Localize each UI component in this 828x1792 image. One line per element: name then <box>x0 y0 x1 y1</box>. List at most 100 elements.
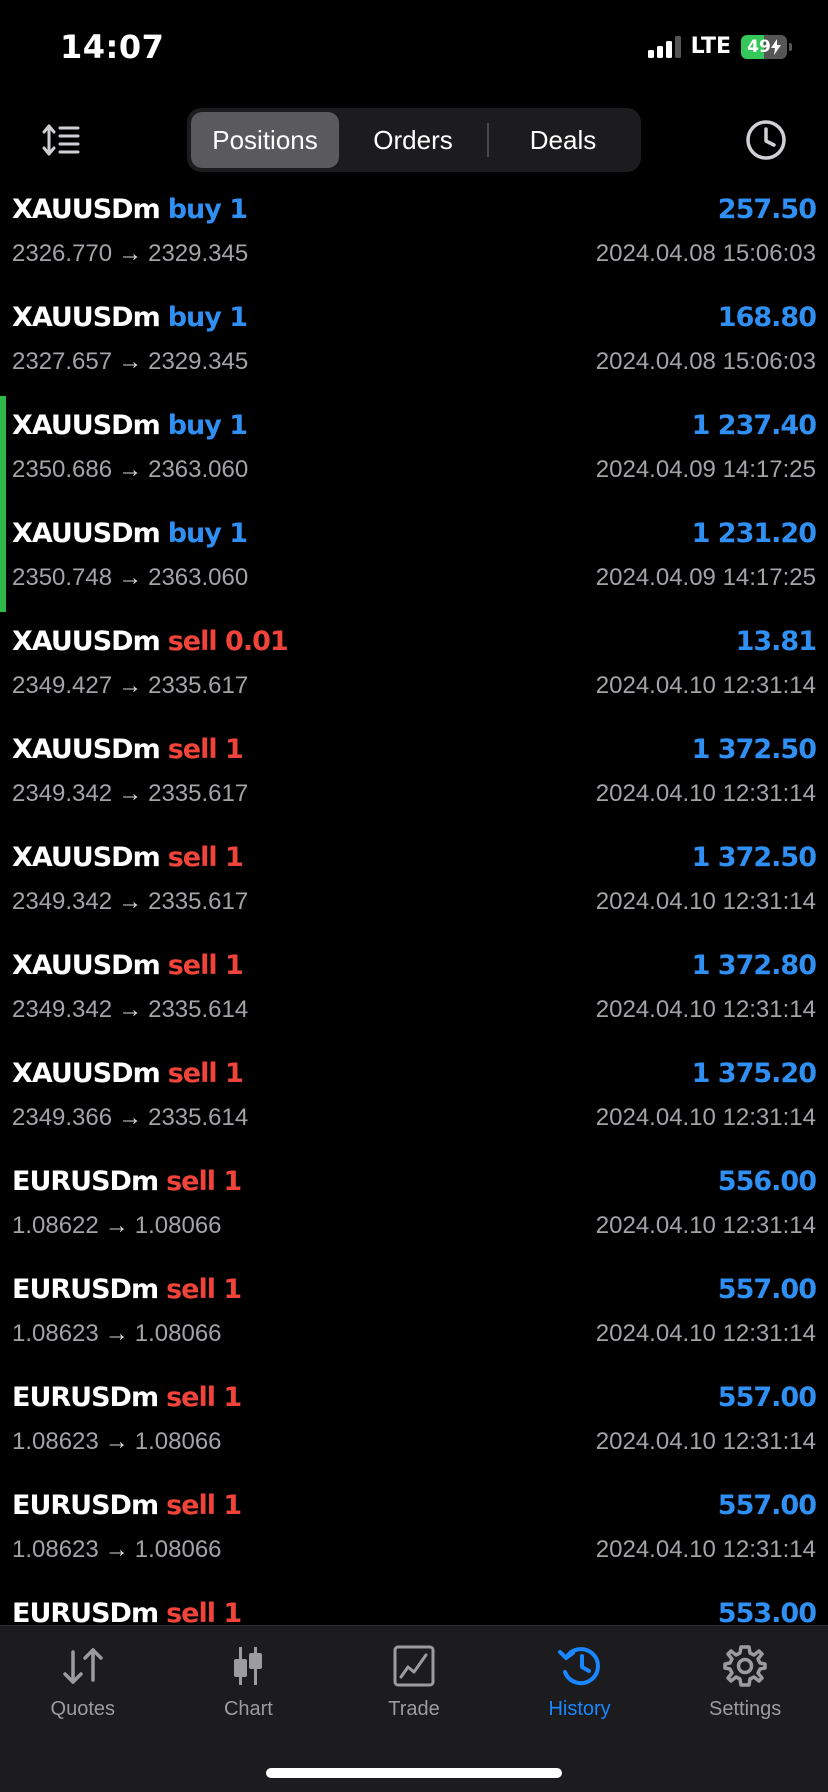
sort-lines-icon <box>42 124 80 156</box>
tab-settings[interactable]: Settings <box>662 1626 828 1726</box>
position-row[interactable]: XAUUSDm buy 1 168.80 2327.657 → 2329.345 20… <box>0 288 828 396</box>
close-price: 2363.060 <box>148 456 249 483</box>
tab-label-chart: Chart <box>223 1698 273 1720</box>
close-time: 2024.04.10 12:31:14 <box>595 1320 816 1347</box>
close-price: 2335.617 <box>148 888 249 915</box>
segmented-control: Positions Orders Deals <box>187 108 641 172</box>
price-arrow-icon: → <box>104 1536 129 1563</box>
open-price: 2349.366 <box>12 1104 113 1131</box>
close-time: 2024.04.08 15:06:03 <box>595 240 816 267</box>
position-row[interactable]: XAUUSDm sell 1 1 372.80 2349.342 → 2335.614… <box>0 936 828 1044</box>
position-side: sell 1 <box>167 842 244 873</box>
position-profit: 557.00 <box>717 1274 817 1305</box>
cellular-signal-icon <box>647 35 681 58</box>
open-price: 1.08623 <box>12 1536 99 1563</box>
position-row[interactable]: EURUSDm sell 1 557.00 1.08623 → 1.08066 202… <box>0 1260 828 1368</box>
position-profit: 1 372.50 <box>691 734 817 765</box>
close-time: 2024.04.08 15:06:03 <box>595 348 816 375</box>
tab-label-history: History <box>548 1698 611 1720</box>
tab-history[interactable]: History <box>497 1626 663 1726</box>
selection-accent-bar <box>0 396 6 504</box>
position-row[interactable]: XAUUSDm buy 1 1 231.20 2350.748 → 2363.060 … <box>0 504 828 612</box>
position-side: buy 1 <box>167 194 248 225</box>
tab-quotes[interactable]: Quotes <box>0 1626 166 1726</box>
position-side: sell 1 <box>167 734 244 765</box>
position-profit: 557.00 <box>717 1490 817 1521</box>
tab-orders[interactable]: Orders <box>339 112 487 168</box>
position-row[interactable]: XAUUSDm sell 1 1 372.50 2349.342 → 2335.617… <box>0 720 828 828</box>
position-symbol: XAUUSDm <box>12 194 161 225</box>
position-row[interactable]: EURUSDm sell 1 557.00 1.08623 → 1.08066 202… <box>0 1368 828 1476</box>
history-toolbar: Positions Orders Deals <box>0 108 828 172</box>
position-profit: 168.80 <box>717 302 817 333</box>
close-time: 2024.04.10 12:31:14 <box>595 1212 816 1239</box>
position-symbol: XAUUSDm <box>12 626 161 657</box>
position-symbol: XAUUSDm <box>12 518 161 549</box>
close-price: 2329.345 <box>148 348 249 375</box>
price-arrow-icon: → <box>104 1428 129 1455</box>
selection-accent-bar <box>0 504 6 612</box>
quotes-arrows-icon <box>59 1642 107 1690</box>
position-row[interactable]: EURUSDm sell 1 556.00 1.08622 → 1.08066 202… <box>0 1152 828 1260</box>
close-price: 2335.617 <box>148 672 249 699</box>
tab-trade[interactable]: Trade <box>331 1626 497 1726</box>
price-arrow-icon: → <box>118 672 143 699</box>
close-price: 2335.614 <box>148 996 249 1023</box>
open-price: 1.08623 <box>12 1428 99 1455</box>
tab-label-settings: Settings <box>709 1698 782 1720</box>
position-profit: 257.50 <box>717 194 817 225</box>
open-price: 2327.657 <box>12 348 113 375</box>
close-price: 1.08066 <box>134 1212 222 1239</box>
tab-deals[interactable]: Deals <box>489 112 637 168</box>
network-type: LTE <box>690 34 731 59</box>
position-row[interactable]: XAUUSDm buy 1 257.50 2326.770 → 2329.345 20… <box>0 180 828 288</box>
tab-positions[interactable]: Positions <box>191 112 339 168</box>
close-price: 2335.614 <box>148 1104 249 1131</box>
status-bar: 14:07 LTE 49 <box>0 0 828 100</box>
position-side: sell 1 <box>166 1382 242 1413</box>
close-time: 2024.04.10 12:31:14 <box>595 1536 816 1563</box>
close-time: 2024.04.10 12:31:14 <box>595 996 816 1023</box>
status-indicators: LTE 49 <box>647 34 792 59</box>
close-price: 1.08066 <box>134 1536 222 1563</box>
status-time: 14:07 <box>60 28 165 66</box>
open-price: 2349.342 <box>12 888 113 915</box>
close-price: 1.08066 <box>134 1320 222 1347</box>
position-profit: 1 375.20 <box>691 1058 817 1089</box>
open-price: 1.08622 <box>12 1212 99 1239</box>
open-price: 2326.770 <box>12 240 113 267</box>
open-price: 2349.427 <box>12 672 113 699</box>
position-side: buy 1 <box>167 410 248 441</box>
position-profit: 1 372.80 <box>691 950 817 981</box>
battery-percent: 49 <box>747 36 771 57</box>
charging-bolt-icon <box>770 38 781 55</box>
price-arrow-icon: → <box>118 1104 143 1131</box>
battery-icon: 49 <box>741 34 792 59</box>
position-row[interactable]: XAUUSDm sell 0.01 13.81 2349.427 → 2335.617… <box>0 612 828 720</box>
positions-list[interactable]: XAUUSDm buy 1 257.50 2326.770 → 2329.345 20… <box>0 180 828 1625</box>
candlestick-chart-icon <box>224 1642 272 1690</box>
position-side: sell 1 <box>166 1598 242 1625</box>
tab-bar: Quotes Chart Trade History Settings <box>0 1625 828 1792</box>
tab-label-trade: Trade <box>388 1698 440 1720</box>
position-symbol: XAUUSDm <box>12 950 161 981</box>
position-row[interactable]: XAUUSDm sell 1 1 372.50 2349.342 → 2335.617… <box>0 828 828 936</box>
close-price: 2335.617 <box>148 780 249 807</box>
history-icon <box>556 1642 604 1690</box>
close-time: 2024.04.09 14:17:25 <box>595 564 816 591</box>
position-profit: 13.81 <box>735 626 817 657</box>
price-arrow-icon: → <box>104 1212 129 1239</box>
position-symbol: EURUSDm <box>12 1490 159 1521</box>
period-button[interactable] <box>744 118 788 162</box>
position-side: sell 0.01 <box>167 626 289 657</box>
close-time: 2024.04.10 12:31:14 <box>595 1428 816 1455</box>
position-row[interactable]: XAUUSDm sell 1 1 375.20 2349.366 → 2335.614… <box>0 1044 828 1152</box>
position-symbol: XAUUSDm <box>12 842 161 873</box>
tab-chart[interactable]: Chart <box>166 1626 332 1726</box>
position-row[interactable]: EURUSDm sell 1 553.00 <box>0 1584 828 1625</box>
position-row[interactable]: EURUSDm sell 1 557.00 1.08623 → 1.08066 202… <box>0 1476 828 1584</box>
position-row[interactable]: XAUUSDm buy 1 1 237.40 2350.686 → 2363.060 … <box>0 396 828 504</box>
price-arrow-icon: → <box>118 348 143 375</box>
position-side: sell 1 <box>166 1490 242 1521</box>
sort-button[interactable] <box>40 118 84 162</box>
